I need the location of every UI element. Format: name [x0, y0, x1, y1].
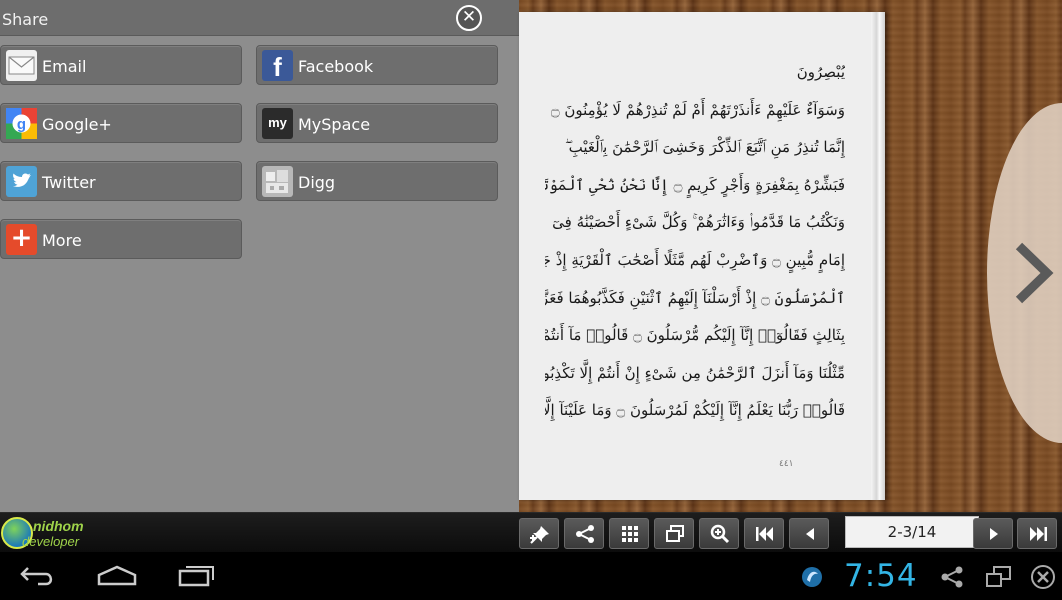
last-page-button[interactable] [1017, 518, 1057, 549]
share-button[interactable] [564, 518, 604, 549]
page-line: وَنَكْتُبُ مَا قَدَّمُوا۟ وَءَاثَٰرَهُمْ… [552, 213, 845, 232]
google-icon: g [6, 108, 37, 139]
home-icon [97, 565, 137, 586]
page-line: ٱلْمُرْسَلُونَ ۝ إِذْ أَرْسَلْنَآ إِلَيْ… [545, 288, 845, 307]
first-page-button[interactable] [744, 518, 784, 549]
share-icon [941, 566, 963, 588]
share-more-button[interactable]: + More [0, 219, 242, 259]
system-navigation-bar: 7:54 [0, 552, 1062, 600]
book-page[interactable]: يُبْصِرُونَ وَسَوَآءٌ عَلَيْهِمْ ءَأَنذَ… [519, 12, 885, 500]
recent-apps-button[interactable] [177, 562, 217, 592]
screen: Share ✕ Email f Facebook g Google+ my My… [0, 0, 1062, 600]
page-line: يُبْصِرُونَ [796, 63, 845, 81]
page-indicator[interactable]: 2-3/14 [845, 516, 979, 548]
app-notification[interactable] [800, 565, 824, 593]
recent-apps-icon [178, 566, 214, 587]
logo-text-bottom: developer [22, 534, 80, 549]
share-title: Share [2, 10, 49, 29]
zoom-icon [710, 524, 730, 544]
share-email-label: Email [42, 57, 87, 76]
next-page-icon [990, 528, 998, 540]
bottom-toolbar: nidhom developer 2-3/14 [0, 512, 1062, 552]
page-gutter [871, 12, 885, 500]
share-google-label: Google+ [42, 115, 112, 134]
share-google-button[interactable]: g Google+ [0, 103, 242, 143]
windows-button[interactable] [654, 518, 694, 549]
next-page-button[interactable] [973, 518, 1013, 549]
pin-button[interactable] [519, 518, 559, 549]
page-line: فَبَشِّرْهُ بِمَغْفِرَةٍ وَأَجْرٍ كَرِيم… [545, 175, 845, 194]
share-icon [576, 525, 594, 543]
last-page-icon [1030, 527, 1047, 541]
page-line: وَسَوَآءٌ عَلَيْهِمْ ءَأَنذَرْتَهُمْ أَم… [550, 100, 845, 119]
home-button[interactable] [96, 562, 138, 592]
page-line: بِثَالِثٍ فَقَالُوٓا۟ إِنَّآ إِلَيْكُم م… [545, 326, 845, 345]
book-viewer: يُبْصِرُونَ وَسَوَآءٌ عَلَيْهِمْ ءَأَنذَ… [519, 0, 1062, 512]
myspace-icon: my [262, 108, 293, 139]
email-icon [6, 50, 37, 81]
app-notification-icon [802, 567, 822, 587]
page-line: إِمَامٍ مُّبِينٍ ۝ وَٱضْرِبْ لَهُم مَّثَ… [545, 250, 845, 269]
share-panel: Share ✕ Email f Facebook g Google+ my My… [0, 0, 519, 512]
share-digg-button[interactable]: Digg [256, 161, 498, 201]
share-more-label: More [42, 231, 82, 250]
page-text: يُبْصِرُونَ وَسَوَآءٌ عَلَيْهِمْ ءَأَنذَ… [545, 54, 845, 430]
share-twitter-label: Twitter [42, 173, 96, 192]
page-line: قَالُوا۟ رَبُّنَا يَعْلَمُ إِنَّآ إِلَيْ… [545, 401, 845, 420]
grid-button[interactable] [609, 518, 649, 549]
back-icon [20, 567, 53, 586]
first-page-icon [756, 527, 773, 541]
share-facebook-button[interactable]: f Facebook [256, 45, 498, 85]
developer-logo: nidhom developer [0, 515, 92, 551]
share-email-button[interactable]: Email [0, 45, 242, 85]
status-share[interactable] [940, 565, 964, 593]
prev-page-button[interactable] [789, 518, 829, 549]
digg-icon [262, 166, 293, 197]
logo-text-top: nidhom [33, 518, 84, 534]
share-facebook-label: Facebook [298, 57, 374, 76]
zoom-button[interactable] [699, 518, 739, 549]
close-share-button[interactable]: ✕ [456, 5, 482, 31]
grid-icon [622, 526, 638, 542]
facebook-icon: f [262, 50, 293, 82]
close-circle-icon [1031, 565, 1055, 589]
share-digg-label: Digg [298, 173, 336, 192]
share-header: Share ✕ [0, 0, 519, 36]
next-page-arrow-button[interactable] [1011, 240, 1055, 310]
close-icon: ✕ [461, 7, 477, 27]
share-myspace-button[interactable]: my MySpace [256, 103, 498, 143]
share-twitter-button[interactable]: Twitter [0, 161, 242, 201]
page-line: مِّثْلُنَا وَمَآ أَنزَلَ ٱلرَّحْمَٰنُ مِ… [545, 363, 845, 382]
back-button[interactable] [18, 562, 58, 592]
pin-icon [530, 526, 549, 544]
page-number: ٤٤١ [779, 459, 794, 469]
prev-page-icon [806, 528, 814, 540]
status-close[interactable] [1030, 564, 1056, 594]
svg-text:g: g [17, 116, 26, 133]
screen-icon [986, 566, 1011, 587]
page-line: إِنَّمَا تُنذِرُ مَنِ ٱتَّبَعَ ٱلذِّكْرَ… [564, 138, 845, 157]
twitter-icon [6, 166, 37, 197]
status-screen[interactable] [985, 565, 1013, 593]
chevron-right-icon [1015, 242, 1054, 304]
share-myspace-label: MySpace [298, 115, 371, 134]
windows-icon [666, 525, 684, 542]
plus-icon: + [6, 224, 37, 255]
clock: 7:54 [844, 558, 918, 594]
